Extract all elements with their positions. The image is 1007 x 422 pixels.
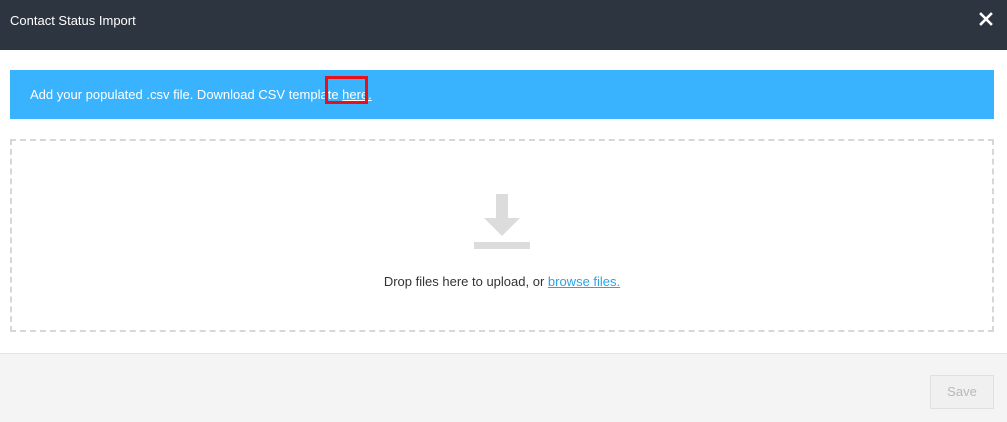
dialog-title: Contact Status Import (10, 13, 136, 28)
save-button[interactable]: Save (930, 375, 994, 409)
file-dropzone[interactable]: Drop files here to upload, or browse fil… (10, 139, 994, 332)
info-banner-text: Add your populated .csv file. Download C… (30, 87, 372, 103)
dialog-header: Contact Status Import (0, 0, 1007, 50)
close-icon (979, 12, 993, 26)
info-banner-message: Add your populated .csv file. Download C… (30, 87, 343, 102)
dropzone-text: Drop files here to upload, or browse fil… (12, 274, 992, 290)
close-button[interactable] (979, 12, 993, 26)
browse-files-link[interactable]: browse files. (548, 274, 620, 289)
contact-status-import-dialog: Contact Status Import Add your populated… (0, 0, 1007, 422)
dialog-footer: Save (0, 353, 1007, 422)
download-template-link[interactable]: here. (342, 87, 372, 102)
dropzone-message: Drop files here to upload, or (383, 274, 548, 289)
download-arrow-icon (474, 194, 530, 252)
info-banner: Add your populated .csv file. Download C… (10, 70, 994, 119)
